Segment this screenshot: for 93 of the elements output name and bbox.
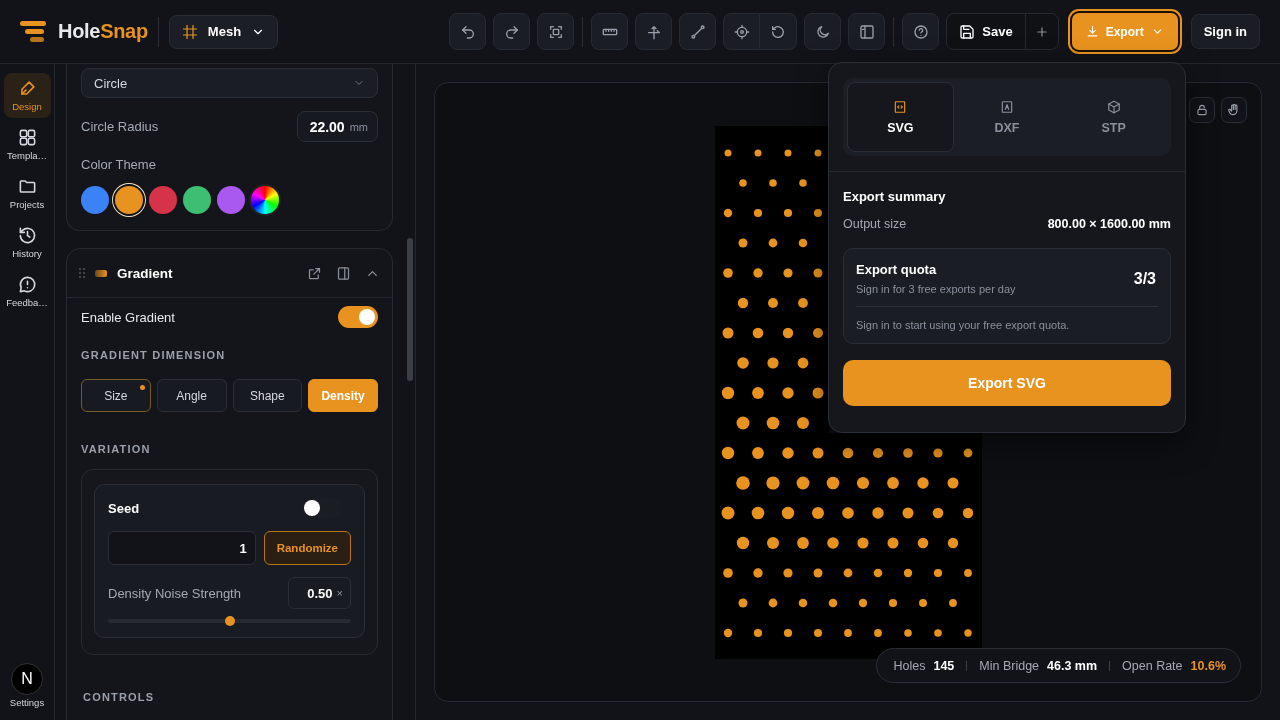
output-size-label: Output size [843, 217, 907, 231]
redo-icon [503, 23, 520, 40]
nav-item[interactable]: Design [3, 73, 51, 118]
lock-button[interactable] [1189, 97, 1215, 123]
panel-icon [336, 265, 351, 281]
nav-item[interactable]: History [3, 220, 51, 265]
gradient-swatch [95, 269, 107, 277]
format-tab[interactable]: SVG [847, 82, 954, 152]
undo-button[interactable] [449, 13, 487, 50]
stat-value: 46.3 mm [1047, 658, 1098, 673]
color-swatch[interactable] [115, 186, 143, 214]
scrollbar[interactable] [407, 238, 413, 381]
stat-value: 145 [933, 658, 955, 673]
avatar[interactable]: N [11, 663, 43, 695]
fit-icon [547, 23, 564, 40]
feedback-icon [17, 275, 37, 294]
app-logo: HoleSnap [58, 20, 148, 43]
plus-icon [1034, 24, 1049, 39]
path-button[interactable] [679, 13, 717, 50]
pan-button[interactable] [1221, 97, 1247, 123]
field-label: Color Theme [81, 157, 157, 172]
help-button[interactable] [902, 13, 940, 50]
output-size-value: 800.00 × 1600.00 mm [1047, 217, 1171, 231]
stat-label: Holes [893, 658, 926, 673]
quota-subtitle: Sign in for 3 free exports per day [856, 283, 1016, 295]
drawing-file-icon [1000, 99, 1014, 114]
rotate-icon [770, 23, 787, 40]
redo-button[interactable] [493, 13, 531, 50]
reset-button[interactable] [760, 13, 798, 50]
format-tab[interactable]: DXF [953, 82, 1061, 152]
field-label: Enable Gradient [81, 309, 175, 325]
target-icon [733, 23, 750, 40]
undo-icon [459, 23, 476, 40]
field-label: Seed [108, 500, 140, 516]
stat-label: Min Bridge [979, 658, 1040, 673]
color-swatch[interactable] [217, 186, 245, 214]
section-title: Gradient [117, 265, 173, 281]
lock-icon [1195, 103, 1209, 117]
seed-field[interactable]: 1 [108, 531, 256, 565]
download-icon [1085, 25, 1099, 38]
format-tab[interactable]: STP [1060, 82, 1167, 152]
axes-button[interactable] [635, 13, 673, 50]
ruler-button[interactable] [591, 13, 629, 50]
logo-icon [20, 20, 46, 43]
history-icon [17, 226, 37, 245]
field-label: Density Noise Strength [108, 585, 241, 601]
color-wheel-swatch[interactable] [251, 186, 279, 214]
shape-select[interactable]: Circle [81, 68, 378, 98]
segment-tab[interactable]: Shape [232, 379, 303, 412]
radius-field[interactable]: 22.00 mm [296, 111, 378, 142]
axes-icon [645, 23, 662, 40]
external-link-icon [307, 265, 322, 281]
hand-icon [1227, 103, 1241, 117]
save-icon [959, 23, 976, 40]
section-label: CONTROLS [82, 691, 156, 703]
quota-note: Sign in to start using your free export quota. [856, 319, 1071, 331]
color-swatch[interactable] [183, 186, 211, 214]
theme-button[interactable] [804, 13, 842, 50]
mode-dropdown[interactable]: Mesh [168, 14, 279, 49]
mesh-icon [181, 23, 198, 40]
fit-view-button[interactable] [537, 13, 575, 50]
field-label: Circle Radius [81, 119, 159, 134]
section-label: VARIATION [81, 443, 152, 455]
stat-label: Open Rate [1122, 658, 1183, 673]
nav-item[interactable]: Templa… [3, 122, 51, 167]
drag-handle-icon[interactable] [79, 268, 85, 278]
grid-icon [17, 128, 37, 147]
code-file-icon [893, 99, 908, 114]
randomize-button[interactable]: Randomize [263, 531, 351, 565]
color-swatch[interactable] [81, 186, 109, 214]
summary-title: Export summary [843, 189, 947, 204]
path-node-icon [689, 23, 706, 40]
cube-icon [1106, 99, 1121, 114]
noise-field[interactable]: 0.50 × [288, 577, 351, 609]
settings-label[interactable]: Settings [9, 697, 45, 708]
slider-thumb[interactable] [224, 616, 235, 626]
section-label: GRADIENT DIMENSION [81, 349, 227, 361]
folder-icon [17, 177, 37, 196]
help-icon [912, 23, 929, 40]
segment-tab[interactable]: Size [81, 379, 151, 412]
quota-count: 3/3 [1133, 269, 1156, 288]
target-button[interactable] [723, 13, 761, 50]
quota-title: Export quota [856, 262, 938, 277]
nav-item[interactable]: Projects [3, 171, 51, 216]
stat-value: 10.6% [1190, 658, 1226, 673]
nav-item[interactable]: Feedba… [3, 269, 51, 314]
color-swatch[interactable] [149, 186, 177, 214]
moon-icon [814, 23, 831, 40]
sidebar-button[interactable] [848, 13, 886, 50]
sign-in-button[interactable]: Sign in [1190, 14, 1260, 49]
toggle-switch[interactable] [338, 306, 378, 328]
segment-tab[interactable]: Angle [156, 379, 227, 412]
sidebar-icon [858, 23, 875, 40]
